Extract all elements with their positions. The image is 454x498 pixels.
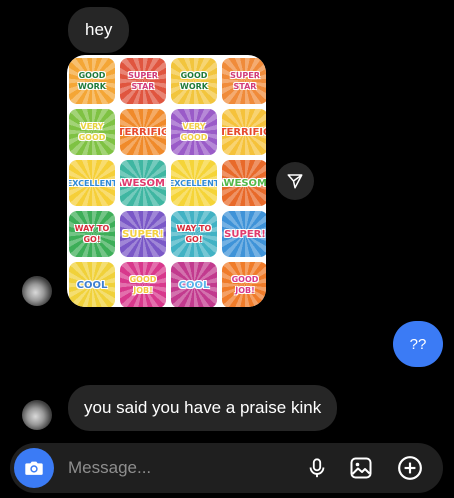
sticker-label: AWESOME <box>222 177 266 189</box>
sticker-label: GOOD JOB! <box>129 275 157 295</box>
sticker-label: TERRIFIC <box>120 126 166 138</box>
microphone-icon <box>309 458 325 478</box>
sticker-tile: EXCELLENT <box>69 160 115 206</box>
sticker-tile: TERRIFIC <box>222 109 266 155</box>
gallery-button[interactable] <box>348 455 374 481</box>
sticker-tile: TERRIFIC <box>120 109 166 155</box>
sticker-label: EXCELLENT <box>171 178 217 188</box>
message-text: you said you have a praise kink <box>84 398 322 417</box>
sticker-label: GOOD WORK <box>78 71 106 91</box>
sticker-label: COOL <box>178 279 210 291</box>
sticker-tile: GOOD WORK <box>171 58 217 104</box>
sticker-tile: WAY TO GO! <box>69 211 115 257</box>
camera-button[interactable] <box>14 448 54 488</box>
avatar[interactable] <box>22 276 52 306</box>
sticker-tile: GOOD JOB! <box>222 262 266 307</box>
message-bubble-hey[interactable]: hey <box>68 7 130 53</box>
message-bubble-praise[interactable]: you said you have a praise kink <box>68 385 338 431</box>
sticker-label: VERY GOOD <box>180 122 208 142</box>
sticker-tile: AWESOME <box>120 160 166 206</box>
sticker-tile: SUPER STAR <box>222 58 266 104</box>
sticker-grid: GOOD WORK SUPER STAR GOOD WORK SUPER STAR VE… <box>69 58 266 307</box>
gallery-icon <box>350 457 372 479</box>
sticker-tile: SUPER! <box>120 211 166 257</box>
share-button[interactable] <box>276 162 314 200</box>
plus-circle-icon <box>398 456 422 480</box>
sticker-label: GOOD WORK <box>180 71 208 91</box>
sticker-label: SUPER! <box>122 228 164 240</box>
sticker-tile: VERY GOOD <box>69 109 115 155</box>
message-text: hey <box>85 20 113 39</box>
sticker-label: WAY TO GO! <box>74 224 110 244</box>
sticker-tile: COOL <box>171 262 217 307</box>
add-button[interactable] <box>397 455 423 481</box>
sticker-tile: GOOD WORK <box>69 58 115 104</box>
avatar[interactable] <box>22 400 52 430</box>
sticker-label: COOL <box>76 279 108 291</box>
sticker-label: WAY TO GO! <box>176 224 212 244</box>
image-message[interactable]: GOOD WORK SUPER STAR GOOD WORK SUPER STAR VE… <box>67 55 266 307</box>
sticker-label: SUPER! <box>224 228 266 240</box>
send-icon <box>287 174 303 189</box>
sticker-tile: VERY GOOD <box>171 109 217 155</box>
message-composer: Message... <box>10 443 443 493</box>
sticker-label: VERY GOOD <box>78 122 106 142</box>
sticker-label: GOOD JOB! <box>231 275 259 295</box>
sticker-label: SUPER STAR <box>230 71 260 91</box>
sticker-tile: SUPER! <box>222 211 266 257</box>
sticker-tile: EXCELLENT <box>171 160 217 206</box>
sticker-tile: COOL <box>69 262 115 307</box>
sticker-label: TERRIFIC <box>222 126 266 138</box>
camera-icon <box>25 461 43 475</box>
sticker-label: SUPER STAR <box>128 71 158 91</box>
sticker-tile: WAY TO GO! <box>171 211 217 257</box>
sticker-tile: AWESOME <box>222 160 266 206</box>
sticker-label: AWESOME <box>120 177 166 189</box>
message-input[interactable]: Message... <box>68 458 151 478</box>
sticker-tile: GOOD JOB! <box>120 262 166 307</box>
sticker-tile: SUPER STAR <box>120 58 166 104</box>
message-bubble-outgoing[interactable]: ?? <box>393 321 443 367</box>
sticker-label: EXCELLENT <box>69 178 115 188</box>
microphone-button[interactable] <box>304 455 330 481</box>
message-text: ?? <box>409 335 427 353</box>
